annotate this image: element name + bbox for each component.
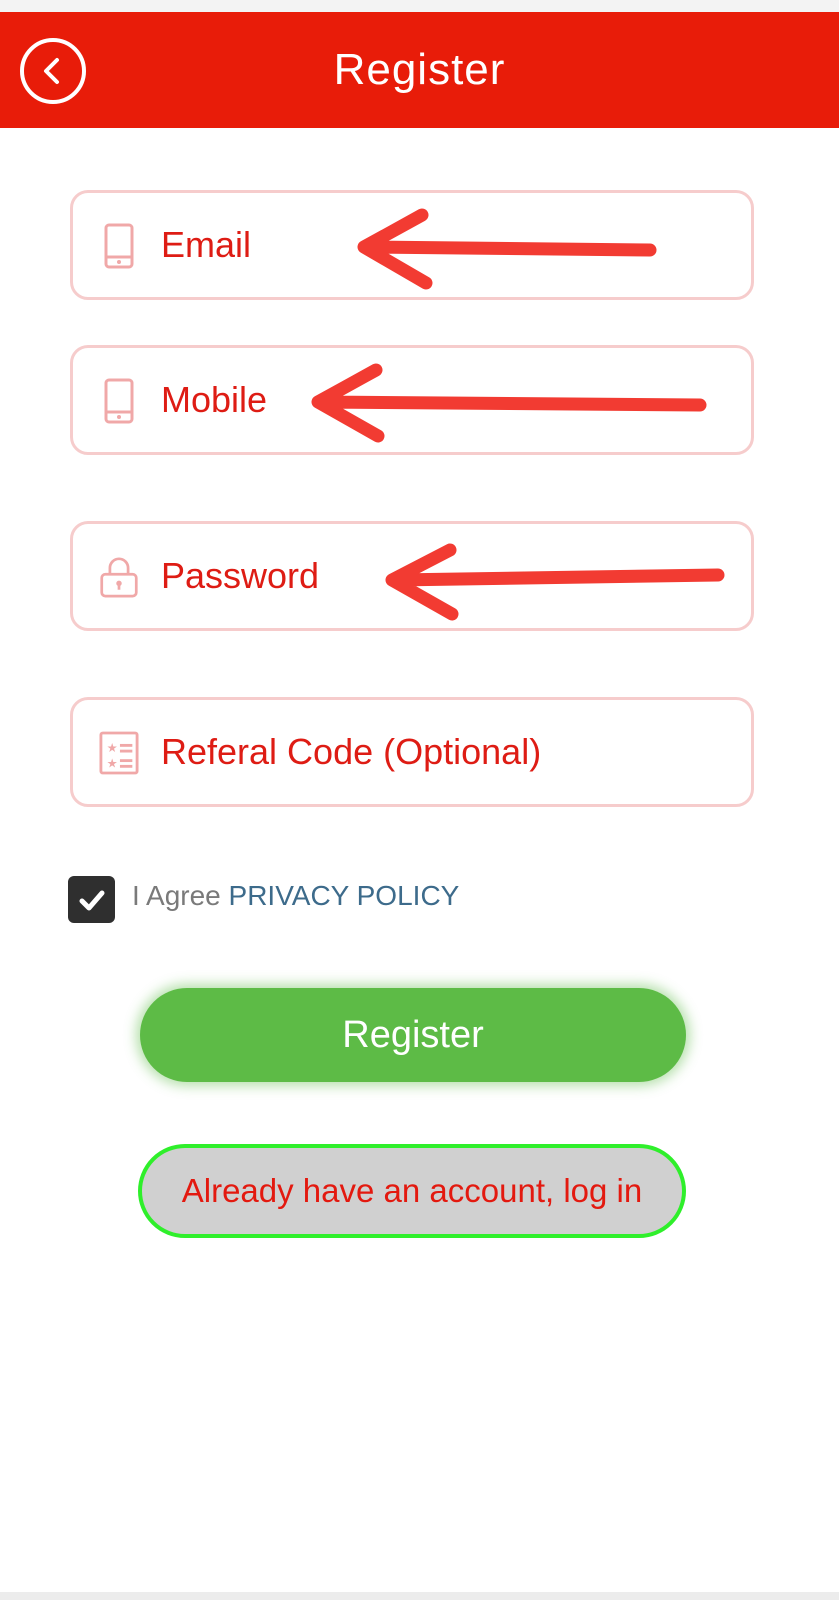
email-placeholder: Email: [161, 224, 252, 265]
mobile-placeholder: Mobile: [161, 379, 268, 420]
bottom-strip: [0, 1592, 839, 1600]
register-button[interactable]: Register: [140, 988, 686, 1082]
smartphone-icon: [99, 376, 139, 426]
referral-code-placeholder: Referal Code (Optional): [161, 731, 542, 772]
mobile-field[interactable]: Mobile: [70, 345, 754, 455]
smartphone-icon: [99, 221, 139, 271]
agree-checkbox[interactable]: [68, 876, 115, 923]
chevron-left-icon: [44, 58, 59, 84]
app-header: Register: [0, 12, 839, 128]
email-field[interactable]: Email: [70, 190, 754, 300]
agree-text: I Agree PRIVACY POLICY: [132, 876, 459, 916]
agree-label: I Agree: [132, 880, 221, 911]
svg-text:★: ★: [107, 756, 118, 770]
password-placeholder: Password: [161, 555, 320, 596]
back-button[interactable]: [20, 38, 86, 104]
lock-icon: [99, 552, 139, 602]
status-strip: [0, 0, 839, 12]
svg-text:★: ★: [107, 741, 118, 755]
login-button[interactable]: Already have an account, log in: [138, 1144, 686, 1238]
page-title: Register: [333, 45, 506, 94]
list-icon: ★ ★: [99, 728, 139, 778]
password-field[interactable]: Password: [70, 521, 754, 631]
checkmark-icon: [79, 890, 104, 910]
referral-code-field[interactable]: ★ ★ Referal Code (Optional): [70, 697, 754, 807]
privacy-policy-link[interactable]: PRIVACY POLICY: [229, 880, 460, 911]
